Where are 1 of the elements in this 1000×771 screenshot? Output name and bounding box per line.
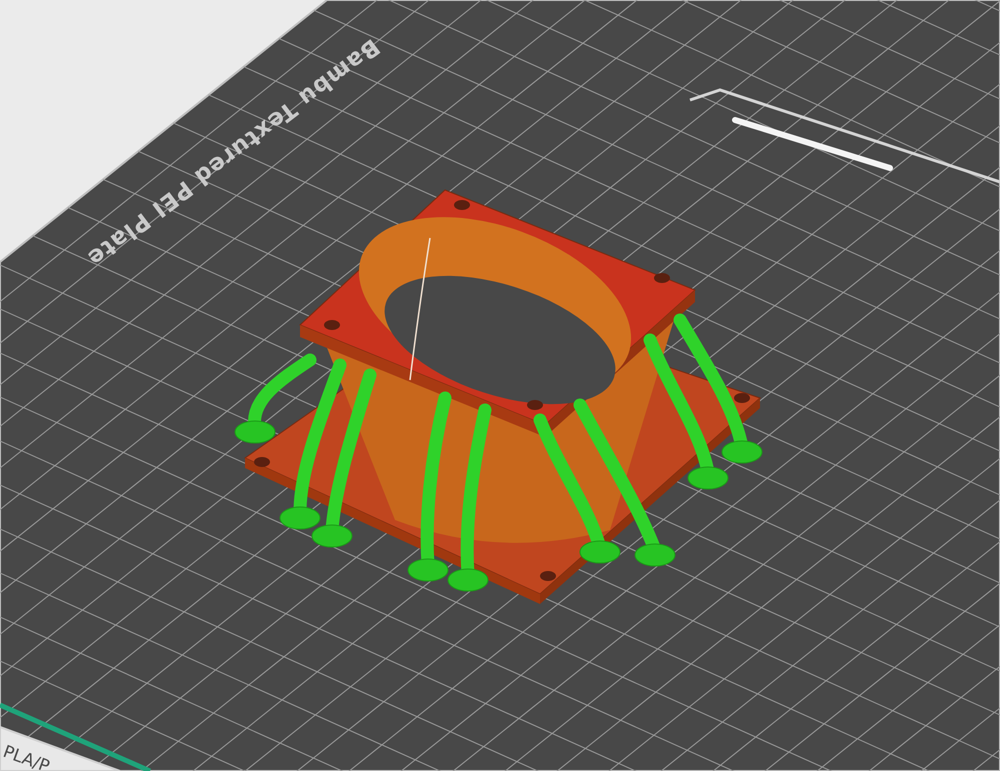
filament-label: PLA/P: [0, 742, 52, 771]
